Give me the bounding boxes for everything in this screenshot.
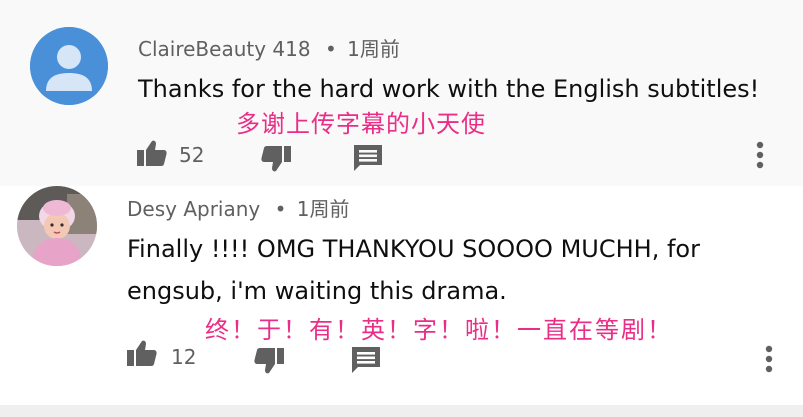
author-name[interactable]: ClaireBeauty 418 bbox=[138, 37, 311, 61]
like-count: 12 bbox=[171, 345, 197, 369]
thumbs-up-icon[interactable] bbox=[137, 140, 167, 170]
thumbs-up-icon[interactable] bbox=[127, 340, 157, 370]
timestamp[interactable]: 1周前 bbox=[297, 197, 350, 221]
comment-header: ClaireBeauty 418 • 1周前 bbox=[138, 33, 400, 62]
comment-item: ClaireBeauty 418 • 1周前 Thanks for the ha… bbox=[0, 0, 803, 186]
meta-separator: • bbox=[324, 37, 337, 61]
meta-separator: • bbox=[274, 197, 287, 221]
comment-text-line: engsub, i'm waiting this drama. bbox=[127, 277, 507, 305]
thumbs-down-icon[interactable] bbox=[254, 348, 284, 378]
like-count: 52 bbox=[179, 143, 205, 167]
author-name[interactable]: Desy Apriany bbox=[127, 197, 260, 221]
reply-icon[interactable] bbox=[352, 347, 380, 377]
default-user-icon bbox=[30, 27, 108, 105]
profile-photo bbox=[17, 186, 97, 266]
annotation-text: 多谢上传字幕的小天使 bbox=[236, 110, 486, 138]
section-divider bbox=[0, 405, 803, 417]
more-vert-icon[interactable] bbox=[755, 141, 765, 173]
more-vert-icon[interactable] bbox=[764, 345, 774, 377]
annotation-text: 终！于！有！英！字！啦！一直在等剧！ bbox=[205, 316, 673, 344]
avatar[interactable] bbox=[30, 27, 108, 105]
comment-text: Finally !!!! OMG THANKYOU SOOOO MUCHH, f… bbox=[127, 228, 700, 312]
thumbs-down-icon[interactable] bbox=[261, 146, 291, 176]
avatar[interactable] bbox=[17, 186, 97, 266]
comment-text-line: Finally !!!! OMG THANKYOU SOOOO MUCHH, f… bbox=[127, 235, 700, 263]
timestamp[interactable]: 1周前 bbox=[347, 37, 400, 61]
comment-header: Desy Apriany • 1周前 bbox=[127, 193, 350, 222]
reply-icon[interactable] bbox=[354, 145, 382, 175]
